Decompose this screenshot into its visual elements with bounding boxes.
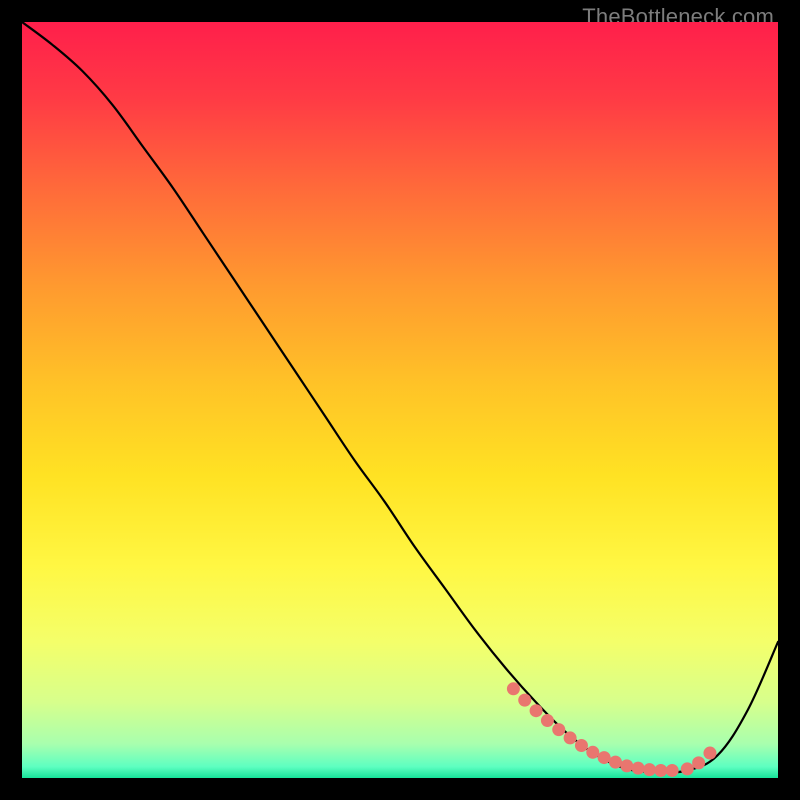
chart-svg — [22, 22, 778, 778]
curve-marker — [620, 759, 633, 772]
curve-marker — [692, 756, 705, 769]
curve-marker — [575, 739, 588, 752]
plot-area — [22, 22, 778, 778]
curve-marker — [703, 747, 716, 760]
curve-marker — [666, 764, 679, 777]
curve-marker — [507, 682, 520, 695]
curve-marker — [530, 704, 543, 717]
curve-marker — [632, 762, 645, 775]
curve-marker — [564, 731, 577, 744]
curve-marker — [586, 746, 599, 759]
curve-marker — [552, 723, 565, 736]
curve-marker — [643, 763, 656, 776]
curve-marker — [609, 756, 622, 769]
curve-marker — [598, 751, 611, 764]
curve-marker — [654, 764, 667, 777]
curve-marker — [541, 714, 554, 727]
chart-stage: TheBottleneck.com — [0, 0, 800, 800]
curve-marker — [681, 762, 694, 775]
curve-marker — [518, 694, 531, 707]
